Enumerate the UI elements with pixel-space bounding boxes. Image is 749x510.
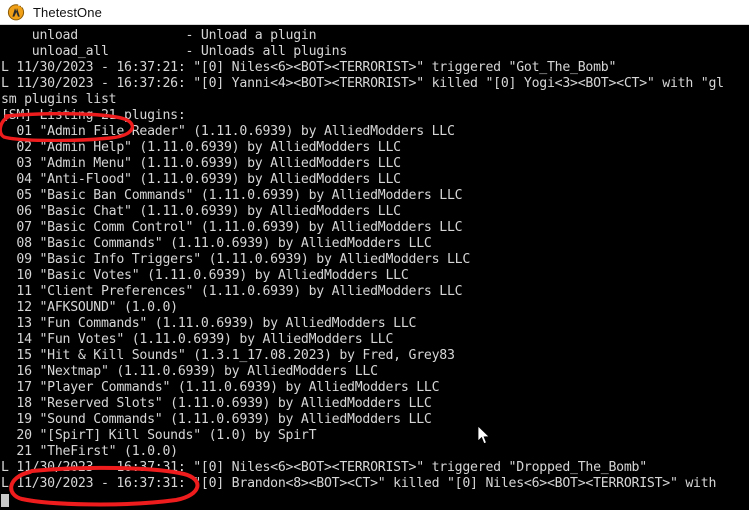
console-line: 05 "Basic Ban Commands" (1.11.0.6939) by… [1,188,463,203]
console-line: unload - Unload a plugin [1,28,317,43]
console-line: 15 "Hit & Kill Sounds" (1.3.1_17.08.2023… [1,348,455,363]
console-line: 20 "[SpirT] Kill Sounds" (1.0) by SpirT [1,428,317,443]
window-title-bar: ThetestOne [0,0,749,25]
console-line: 19 "Sound Commands" (1.11.0.6939) by All… [1,412,432,427]
mouse-pointer-icon [477,425,490,445]
console-line: 13 "Fun Commands" (1.11.0.6939) by Allie… [1,316,417,331]
console-line: L 11/30/2023 - 16:37:31: "[0] Niles<6><B… [1,460,647,475]
console-input-caret [1,494,9,507]
console-line: 12 "AFKSOUND" (1.0.0) [1,300,178,315]
console-line: unload_all - Unloads all plugins [1,44,348,59]
lambda-icon [7,3,25,21]
console-line: sm plugins list [1,92,117,107]
console-line: 11 "Client Preferences" (1.11.0.6939) by… [1,284,463,299]
game-console-output[interactable]: unload - Unload a plugin unload_all - Un… [0,25,749,510]
console-line: 01 "Admin File Reader" (1.11.0.6939) by … [1,124,455,139]
console-line: 03 "Admin Menu" (1.11.0.6939) by AlliedM… [1,156,401,171]
console-line: 09 "Basic Info Triggers" (1.11.0.6939) b… [1,252,471,267]
console-line: 16 "Nextmap" (1.11.0.6939) by AlliedModd… [1,364,378,379]
console-line: 04 "Anti-Flood" (1.11.0.6939) by AlliedM… [1,172,401,187]
console-line: 21 "TheFirst" (1.0.0) [1,444,178,459]
console-line: 08 "Basic Commands" (1.11.0.6939) by All… [1,236,432,251]
console-line: L 11/30/2023 - 16:37:26: "[0] Yanni<4><B… [1,76,724,91]
console-line: 14 "Fun Votes" (1.11.0.6939) by AlliedMo… [1,332,394,347]
console-line: L 11/30/2023 - 16:37:21: "[0] Niles<6><B… [1,60,617,75]
console-line: 02 "Admin Help" (1.11.0.6939) by AlliedM… [1,140,401,155]
console-line: [SM] Listing 21 plugins: [1,108,186,123]
console-line: 07 "Basic Comm Control" (1.11.0.6939) by… [1,220,463,235]
console-line: 06 "Basic Chat" (1.11.0.6939) by AlliedM… [1,204,401,219]
console-line: 10 "Basic Votes" (1.11.0.6939) by Allied… [1,268,409,283]
console-line: 17 "Player Commands" (1.11.0.6939) by Al… [1,380,440,395]
console-line-list: unload - Unload a plugin unload_all - Un… [0,28,749,492]
window-title: ThetestOne [33,4,102,20]
console-line: 18 "Reserved Slots" (1.11.0.6939) by All… [1,396,432,411]
console-line: L 11/30/2023 - 16:37:31: "[0] Brandon<8>… [1,476,717,491]
application-window: ThetestOne unload - Unload a plugin unlo… [0,0,749,510]
